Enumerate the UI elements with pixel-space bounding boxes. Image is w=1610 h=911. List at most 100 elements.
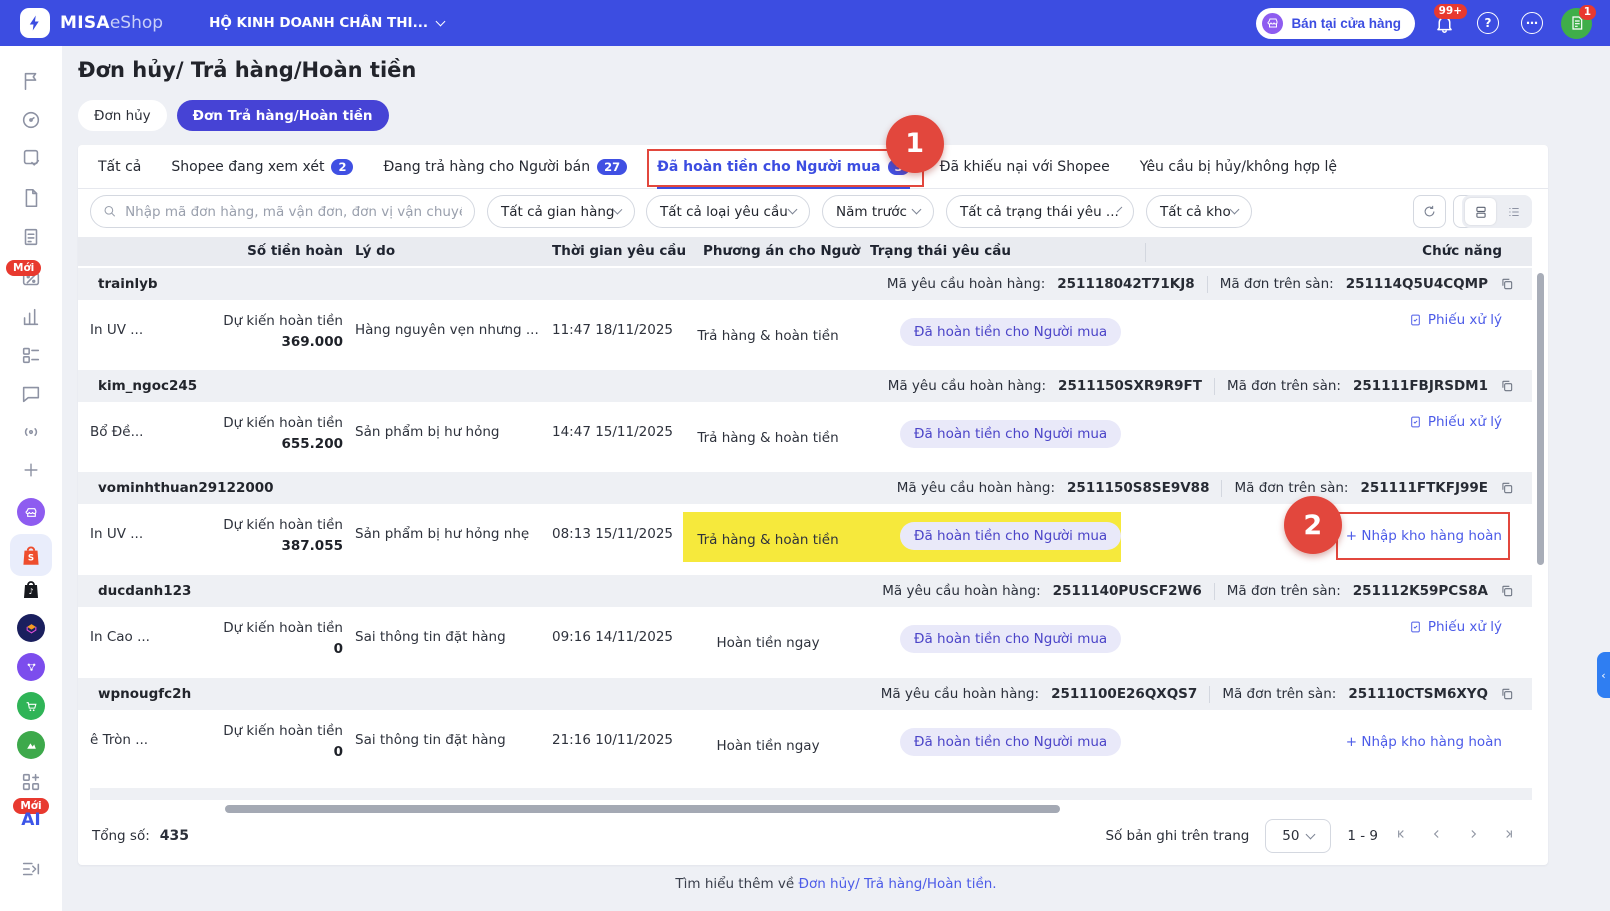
sidebar-ai-label[interactable]: AI [0, 810, 62, 830]
search-icon [104, 205, 116, 217]
sidebar-item-messages[interactable] [0, 383, 62, 405]
request-type-dropdown[interactable]: Tất cả loại yêu cầu [646, 195, 810, 228]
order-code: 251110CTSM6XYQ [1348, 686, 1488, 702]
notifications-button[interactable]: 99+ [1429, 4, 1467, 38]
copy-icon[interactable] [1500, 687, 1514, 701]
refund-amount: 0 [333, 744, 343, 760]
profile-avatar[interactable]: 1 [1561, 4, 1596, 39]
tab-returning-to-seller[interactable]: Đang trả hàng cho Người bán 27 [383, 145, 628, 189]
seller-name[interactable]: ducdanh123 [98, 583, 191, 599]
sidebar-item-app-tiktok[interactable]: ♪ [0, 577, 62, 601]
pill-cancel-orders[interactable]: Đơn hủy [78, 100, 167, 131]
tab-complained[interactable]: Đã khiếu nại với Shopee [940, 145, 1110, 189]
sidebar-item-invoices[interactable] [0, 226, 62, 248]
chat-icon [22, 386, 40, 403]
tab-all[interactable]: Tất cả [98, 145, 141, 189]
profile-badge: 1 [1578, 4, 1596, 20]
sell-at-store-button[interactable]: Bán tại cửa hàng [1256, 7, 1415, 39]
seller-name[interactable]: kim_ngoc245 [98, 378, 197, 394]
shopee-icon: S [23, 546, 39, 565]
process-slip-link[interactable]: Phiếu xử lý [1409, 619, 1502, 635]
process-slip-link[interactable]: Phiếu xử lý [1409, 312, 1502, 328]
expected-refund-label: Dự kiến hoàn tiền [223, 313, 343, 329]
expected-refund-label: Dự kiến hoàn tiền [223, 723, 343, 739]
sidebar-item-app-network[interactable] [0, 653, 62, 681]
process-slip-link[interactable]: Phiếu xử lý [1409, 414, 1502, 430]
sidebar-item-broadcast[interactable] [0, 421, 62, 443]
request-code: 2511150SXR9R9FT [1058, 378, 1202, 394]
warehouse-filter-dropdown[interactable]: Tất cả kho [1146, 195, 1252, 228]
status-badge: Đã hoàn tiền cho Người mua [900, 318, 1122, 346]
order-code: 251112K59PCS8A [1352, 583, 1488, 599]
sidebar-item-app-green[interactable] [0, 731, 62, 759]
tab-invalid[interactable]: Yêu cầu bị hủy/không hợp lệ [1140, 145, 1337, 189]
pill-return-refund[interactable]: Đơn Trả hàng/Hoàn tiền [176, 100, 389, 131]
request-code-label: Mã yêu cầu hoàn hàng: [880, 686, 1040, 702]
first-page-button[interactable] [1394, 827, 1408, 845]
status-badge: Đã hoàn tiền cho Người mua [900, 522, 1122, 550]
horizontal-scrollbar[interactable] [225, 805, 1060, 813]
seller-name[interactable]: wpnougfc2h [98, 686, 191, 702]
tab-refunded-to-buyer[interactable]: Đã hoàn tiền cho Người mua3 [657, 145, 910, 189]
seller-name[interactable]: vominhthuan29122000 [98, 480, 274, 496]
lazada-icon [17, 614, 45, 642]
list-view-toggle[interactable] [1498, 198, 1529, 225]
sidebar-item-app-lazada[interactable] [0, 614, 62, 642]
right-panel-expander[interactable]: ‹ [1597, 652, 1610, 698]
mountain-icon [17, 731, 45, 759]
total-value: 435 [159, 828, 189, 844]
footer-link[interactable]: Đơn hủy/ Trả hàng/Hoàn tiền. [798, 876, 996, 892]
sidebar-item-flag[interactable] [0, 70, 62, 92]
search-box[interactable] [90, 195, 475, 228]
grid-plus-icon [22, 773, 40, 791]
sidebar-item-add[interactable] [0, 460, 62, 480]
sidebar-item-app-cart[interactable] [0, 692, 62, 720]
copy-icon[interactable] [1500, 277, 1514, 291]
refund-amount: 369.000 [281, 334, 344, 350]
store-app-icon [17, 498, 45, 526]
sidebar-item-more-apps[interactable] [0, 771, 62, 793]
refund-amount: 387.055 [281, 538, 344, 554]
sidebar-item-app-store[interactable] [0, 498, 62, 526]
sidebar-collapse[interactable] [0, 858, 62, 880]
sidebar-item-reports[interactable] [0, 306, 62, 328]
refresh-button[interactable] [1413, 195, 1446, 228]
copy-icon[interactable] [1500, 481, 1514, 495]
order-code-label: Mã đơn trên sàn: [1226, 583, 1341, 599]
search-input[interactable] [125, 203, 462, 220]
footer-prefix: Tìm hiểu thêm về [675, 876, 795, 892]
receipt-icon [24, 228, 38, 246]
receive-return-stock-link[interactable]: + Nhập kho hàng hoàn [1346, 528, 1502, 544]
more-button[interactable]: ⋯ [1517, 8, 1547, 38]
sidebar-item-categories[interactable] [0, 344, 62, 366]
tab-shopee-reviewing[interactable]: Shopee đang xem xét 2 [171, 145, 354, 189]
next-page-button[interactable] [1466, 827, 1480, 845]
misa-logo-icon[interactable] [20, 8, 50, 38]
sidebar-item-promotions[interactable]: Mới [0, 260, 62, 290]
prev-page-button[interactable] [1430, 827, 1444, 845]
seller-name[interactable]: trainlyb [98, 276, 158, 292]
sidebar-item-dashboard[interactable] [0, 109, 62, 131]
footer-help: Tìm hiểu thêm về Đơn hủy/ Trả hàng/Hoàn … [62, 876, 1610, 892]
copy-icon[interactable] [1500, 379, 1514, 393]
sidebar-item-app-shopee[interactable]: S [0, 534, 62, 576]
per-page-select[interactable]: 50 [1265, 819, 1332, 853]
status-filter-dropdown[interactable]: Tất cả trạng thái yêu ... [946, 195, 1134, 228]
card-view-toggle[interactable] [1465, 198, 1496, 225]
receive-return-stock-link[interactable]: + Nhập kho hàng hoàn [1346, 734, 1502, 750]
last-page-button[interactable] [1502, 827, 1516, 845]
bar-chart-icon [23, 308, 39, 326]
sidebar-item-documents[interactable] [0, 187, 62, 209]
sidebar-item-orders[interactable] [0, 147, 62, 169]
store-filter-dropdown[interactable]: Tất cả gian hàng [487, 195, 635, 228]
chevron-down-icon [911, 204, 922, 215]
count-badge: 27 [597, 158, 628, 175]
help-button[interactable]: ? [1473, 8, 1503, 38]
status-tabs: Tất cả Shopee đang xem xét 2 Đang trả hàn… [78, 114, 1548, 189]
col-status: Trạng thái yêu cầu [870, 243, 1011, 259]
copy-icon[interactable] [1500, 584, 1514, 598]
store-selector[interactable]: HỘ KINH DOANH CHÂN THI... [209, 15, 446, 31]
time-filter-dropdown[interactable]: Năm trước [822, 195, 934, 228]
vertical-scrollbar[interactable] [1537, 273, 1544, 565]
next-row-peek [90, 788, 1532, 800]
